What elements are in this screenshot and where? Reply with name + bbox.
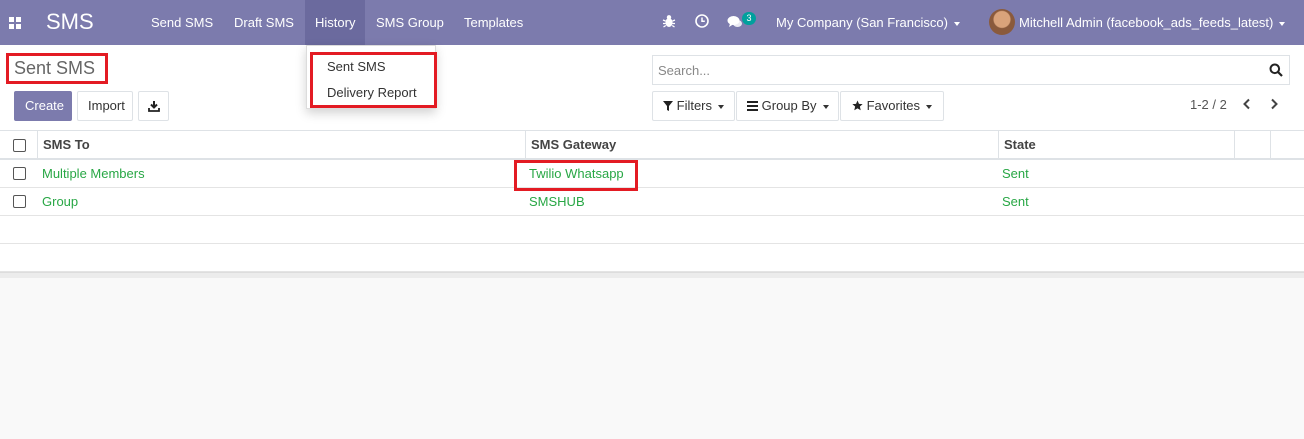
search-input[interactable] [653,56,1253,84]
group-by-caret-icon [822,104,829,109]
app-brand[interactable]: SMS [46,9,94,35]
column-header-sms-to[interactable]: SMS To [37,131,526,158]
import-button[interactable]: Import [77,91,133,121]
user-avatar[interactable] [989,9,1015,35]
dropdown-item-sent-sms[interactable]: Sent SMS [307,54,435,80]
company-caret-icon [953,21,960,26]
empty-row [0,244,1304,272]
download-icon [147,101,160,112]
cell-sms-gateway[interactable]: Twilio Whatsapp [524,160,624,188]
activity-clock-icon[interactable] [694,13,710,29]
cell-sms-to[interactable]: Multiple Members [37,160,145,188]
user-caret-icon [1279,21,1286,26]
select-all-checkbox[interactable] [13,139,26,152]
apps-menu-icon[interactable] [9,17,21,29]
control-panel: Sent SMS Create Import Filters Group By … [0,45,1304,131]
empty-row [0,216,1304,244]
table-header: SMS To SMS Gateway State [0,131,1304,160]
table-row[interactable]: Group SMSHUB Sent [0,188,1304,216]
table-row[interactable]: Multiple Members Twilio Whatsapp Sent [0,160,1304,188]
column-header-spacer [1234,131,1270,158]
messages-chat-icon[interactable] [727,14,743,30]
group-by-bars-icon [747,101,758,111]
user-name: Mitchell Admin (facebook_ads_feeds_lates… [1019,15,1274,30]
dropdown-item-delivery-report[interactable]: Delivery Report [307,80,435,106]
pager-value[interactable]: 1-2 / 2 [1190,97,1227,112]
user-menu[interactable]: Mitchell Admin (facebook_ads_feeds_lates… [1019,0,1286,45]
download-button[interactable] [138,91,169,121]
group-by-label: Group By [761,98,817,113]
table-footer [0,272,1304,278]
company-name: My Company (San Francisco) [776,15,948,30]
sms-list-table: SMS To SMS Gateway State Multiple Member… [0,131,1304,278]
cell-sms-to[interactable]: Group [37,188,78,216]
search-box [652,55,1290,85]
company-switcher[interactable]: My Company (San Francisco) [776,0,960,45]
pager-next-icon[interactable] [1268,98,1280,110]
favorites-button[interactable]: Favorites [840,91,944,121]
cell-sms-gateway[interactable]: SMSHUB [524,188,585,216]
column-header-sms-gateway[interactable]: SMS Gateway [525,131,998,158]
favorites-caret-icon [926,104,933,109]
menu-draft-sms[interactable]: Draft SMS [224,0,304,45]
filter-funnel-icon [663,101,673,111]
column-header-optional-toggle[interactable] [1270,131,1304,158]
debug-bug-icon[interactable] [661,13,677,29]
menu-history[interactable]: History [305,0,366,45]
page-title: Sent SMS [14,58,96,78]
search-icon[interactable] [1269,63,1283,77]
create-button[interactable]: Create [14,91,72,121]
filters-button[interactable]: Filters [652,91,735,121]
menu-templates[interactable]: Templates [454,0,533,45]
history-dropdown: Sent SMS Delivery Report [306,45,436,109]
favorites-label: Favorites [866,98,921,113]
row-checkbox[interactable] [13,195,26,208]
cell-state[interactable]: Sent [997,160,1029,188]
row-checkbox[interactable] [13,167,26,180]
cell-state[interactable]: Sent [997,188,1029,216]
favorites-star-icon [852,100,863,111]
menu-send-sms[interactable]: Send SMS [141,0,223,45]
filters-caret-icon [718,104,725,109]
filters-label: Filters [676,98,713,113]
column-header-state[interactable]: State [998,131,1234,158]
top-navbar: SMS Send SMS Draft SMS History SMS Group… [0,0,1304,45]
pager-previous-icon[interactable] [1241,98,1253,110]
messages-count-badge: 3 [742,12,756,25]
menu-sms-group[interactable]: SMS Group [366,0,454,45]
group-by-button[interactable]: Group By [736,91,839,121]
